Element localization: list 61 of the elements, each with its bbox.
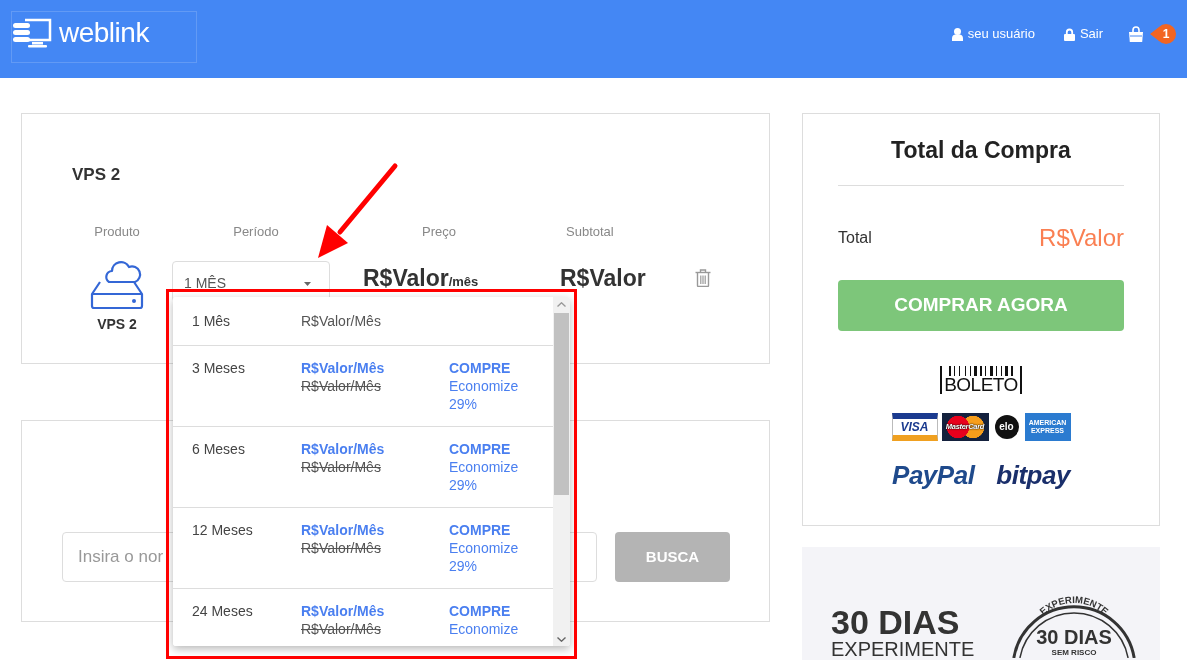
saving-text: Economize 29% [449, 458, 520, 494]
barcode-icon [949, 366, 1013, 376]
boleto-label: BOLETO [944, 376, 1018, 394]
product-name: VPS 2 [97, 316, 137, 332]
saving-text: Economize 29% [449, 377, 520, 413]
promo-title: 30 DIAS [831, 604, 960, 640]
total-label: Total [838, 228, 872, 248]
shopping-bag-icon[interactable] [1128, 26, 1144, 42]
summary-title: Total da Compra [891, 136, 1071, 164]
caret-icon [304, 281, 311, 286]
scrollbar-track[interactable] [553, 297, 570, 646]
scrollbar-thumb[interactable] [554, 313, 569, 495]
promo-subtitle: EXPERIMENTE [831, 638, 975, 660]
cart-count-badge: 1 [1150, 24, 1176, 44]
subtotal-value: R$Valor [560, 265, 646, 291]
price-unit: /mês [448, 274, 479, 289]
column-header: Produto [94, 224, 140, 239]
period-option[interactable]: 3 Meses R$Valor/Mês R$Valor/Mês COMPRE Economize 29% [173, 346, 553, 427]
column-header: Período [233, 224, 279, 239]
trash-icon[interactable] [695, 269, 711, 287]
buy-label: COMPRE [449, 521, 511, 539]
buy-label: COMPRE [449, 440, 511, 458]
scroll-up-icon[interactable] [557, 302, 566, 307]
buy-label: COMPRE [449, 602, 511, 620]
option-period: 1 Mês [192, 313, 231, 329]
wallet-logo: PayPal [892, 460, 975, 490]
scroll-down-icon[interactable] [557, 637, 566, 642]
period-option[interactable]: 1 Mês R$Valor/Mês [173, 297, 553, 346]
option-old-price: R$Valor/Mês [301, 458, 381, 476]
option-old-price: R$Valor/Mês [301, 620, 381, 638]
option-period: 6 Meses [192, 441, 245, 457]
buy-label: COMPRE [449, 359, 511, 377]
option-price: R$Valor/Mês [301, 440, 385, 458]
stamp-text: 30 DIAS [1036, 626, 1112, 648]
wallet-logo: bitpay [996, 460, 1070, 490]
period-option[interactable]: 6 Meses R$Valor/Mês R$Valor/Mês COMPRE Economize 29% [173, 427, 553, 508]
option-price: R$Valor/Mês [301, 313, 381, 329]
price-value: R$Valor [363, 265, 449, 291]
card-logo: VISA [891, 413, 938, 441]
logo-text: weblink [59, 18, 149, 48]
product-title: VPS 2 [72, 165, 121, 185]
lock-icon [1063, 27, 1075, 41]
card-logo: elo [994, 415, 1019, 439]
option-price: R$Valor/Mês [301, 521, 385, 539]
total-value: R$Valor [1039, 223, 1124, 253]
period-option[interactable]: 24 Meses R$Valor/Mês R$Valor/Mês COMPRE Economize [173, 589, 553, 646]
column-header: Subtotal [566, 224, 614, 239]
period-option[interactable]: 12 Meses R$Valor/Mês R$Valor/Mês COMPRE Economize 29% [173, 508, 553, 589]
user-icon [951, 27, 963, 41]
option-old-price: R$Valor/Mês [301, 377, 381, 395]
logo-icon [13, 18, 53, 48]
option-period: 3 Meses [192, 360, 245, 376]
option-price: R$Valor/Mês [301, 359, 385, 377]
saving-text: Economize 29% [449, 539, 520, 575]
option-old-price: R$Valor/Mês [301, 539, 381, 557]
option-price: R$Valor/Mês [301, 602, 385, 620]
option-period: 12 Meses [192, 522, 253, 538]
column-header: Preço [422, 224, 456, 239]
option-period: 24 Meses [192, 603, 253, 619]
stamp-text: SEM RISCO [1051, 648, 1097, 657]
saving-text: Economize [449, 620, 519, 638]
